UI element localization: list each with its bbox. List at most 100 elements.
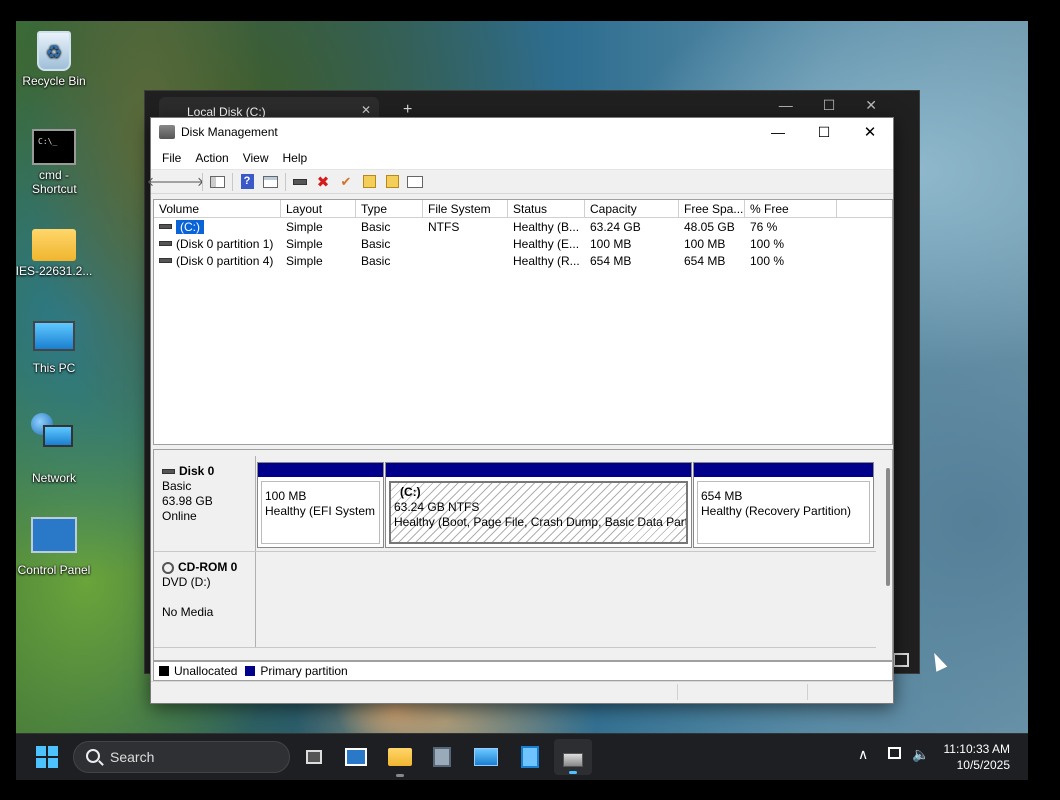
disk-name: CD-ROM 0 [178, 560, 238, 574]
show-hide-console-tree-icon[interactable] [208, 173, 226, 191]
column-header-capacity[interactable]: Capacity [585, 200, 679, 217]
forward-icon[interactable]: 🡒 [170, 173, 205, 191]
desktop-icon-recycle-bin[interactable]: ♻ Recycle Bin [16, 31, 94, 88]
legend-label: Unallocated [174, 664, 238, 678]
title-bar[interactable]: Disk Management — ☐ ✕ [151, 118, 893, 146]
disk-state: Online [162, 509, 197, 523]
menu-bar: File Action View Help [151, 146, 893, 170]
file-explorer-icon[interactable] [386, 743, 414, 777]
status-cell: Healthy (B... [513, 219, 580, 234]
menu-help[interactable]: Help [276, 151, 315, 165]
start-button[interactable] [36, 746, 58, 768]
column-header-file-system[interactable]: File System [423, 200, 508, 217]
explorer-window-controls[interactable]: —☐✕ [779, 97, 907, 114]
primary-partition-bar [694, 463, 873, 477]
connect-disk-icon[interactable] [291, 173, 309, 191]
running-indicator [396, 774, 404, 777]
volume-tray-icon[interactable]: 🔈 [912, 746, 929, 763]
column-header-free-space[interactable]: Free Spa... [679, 200, 745, 217]
menu-action[interactable]: Action [188, 151, 235, 165]
disk-management-taskbar-icon[interactable] [554, 739, 592, 775]
widgets-app-icon[interactable] [342, 743, 370, 771]
free-space-cell: 48.05 GB [684, 219, 735, 234]
vertical-scrollbar[interactable] [886, 468, 890, 586]
notepad-icon[interactable] [516, 743, 544, 771]
disk-management-window: Disk Management — ☐ ✕ File Action View H… [147, 117, 894, 704]
help-icon[interactable]: ? [238, 173, 256, 191]
maximize-button[interactable]: ☐ [801, 118, 847, 146]
folder-icon [32, 229, 76, 261]
layout-cell: Simple [286, 219, 323, 234]
free-space-cell: 654 MB [684, 253, 726, 268]
disk-graphical-view[interactable]: Disk 0 Basic 63.98 GB Online 100 MB Heal… [153, 449, 893, 661]
photos-app-icon[interactable] [472, 743, 500, 771]
details-view-icon[interactable] [893, 653, 909, 667]
desktop-icon-control-panel[interactable]: Control Panel [16, 517, 94, 577]
disk-icon [162, 469, 175, 474]
column-header-status[interactable]: Status [508, 200, 585, 217]
clock-time: 11:10:33 AM [943, 742, 1011, 756]
table-row[interactable]: (C:) Simple Basic NTFS Healthy (B... 63.… [154, 218, 892, 235]
legend-swatch [159, 666, 169, 676]
windows-logo-pane [36, 746, 46, 756]
desktop-icon-cmd[interactable]: C:\_ cmd - Shortcut [16, 129, 94, 196]
legend-item-unallocated: Unallocated [159, 664, 237, 678]
clock-date: 10/5/2025 [956, 758, 1010, 772]
desktop-icon-label: Network [31, 471, 76, 485]
partition-c[interactable]: (C:) 63.24 GB NTFS Healthy (Boot, Page F… [385, 462, 692, 548]
check-icon[interactable]: ✔ [337, 173, 355, 191]
partition-efi[interactable]: 100 MB Healthy (EFI System P [257, 462, 384, 548]
search-placeholder: Search [110, 749, 155, 765]
windows-logo-pane [36, 758, 46, 768]
volume-list[interactable]: Volume Layout Type File System Status Ca… [153, 199, 893, 445]
delete-icon[interactable]: ✖ [314, 173, 332, 191]
cdrom-0-label[interactable]: CD-ROM 0 DVD (D:) No Media [154, 552, 256, 647]
clock[interactable]: 11:10:33 AM 10/5/2025 [944, 741, 1011, 773]
search-icon[interactable] [383, 173, 401, 191]
toolbar-separator [232, 172, 233, 191]
task-view-icon[interactable] [300, 743, 328, 771]
disk-kind: Basic [162, 479, 192, 493]
capacity-cell: 100 MB [590, 236, 632, 251]
tab-close-icon[interactable]: ✕ [361, 103, 371, 117]
layout-cell: Simple [286, 236, 323, 251]
close-button[interactable]: ✕ [847, 118, 893, 146]
desktop-icon-this-pc[interactable]: This PC [16, 321, 94, 375]
column-header-type[interactable]: Type [356, 200, 423, 217]
minimize-button[interactable]: — [755, 118, 801, 146]
column-header-volume[interactable]: Volume [154, 200, 281, 217]
cdrom-0-row: CD-ROM 0 DVD (D:) No Media [154, 552, 876, 648]
volume-name: (Disk 0 partition 4) [176, 253, 274, 268]
show-hidden-icons-chevron-icon[interactable]: ∧ [858, 746, 868, 763]
column-header-percent-free[interactable]: % Free [745, 200, 837, 217]
table-row[interactable]: (Disk 0 partition 4) Simple Basic Health… [154, 252, 892, 269]
menu-file[interactable]: File [155, 151, 188, 165]
desktop-icon-folder[interactable]: IES-22631.2... [16, 221, 94, 278]
volume-icon [159, 241, 172, 246]
disk-size: 63.98 GB [162, 494, 213, 508]
folder-up-icon[interactable] [360, 173, 378, 191]
disk-0-row: Disk 0 Basic 63.98 GB Online 100 MB Heal… [154, 456, 876, 552]
table-row[interactable]: (Disk 0 partition 1) Simple Basic Health… [154, 235, 892, 252]
partition-size: 654 MB [701, 489, 743, 503]
disk-kind: DVD (D:) [162, 575, 211, 589]
properties-icon[interactable] [261, 173, 279, 191]
partition-status: Healthy (Boot, Page File, Crash Dump, Ba… [394, 515, 688, 529]
percent-free-cell: 100 % [750, 236, 785, 251]
partition-recovery[interactable]: 654 MB Healthy (Recovery Partition) [693, 462, 874, 548]
customize-view-icon[interactable] [406, 173, 424, 191]
desktop-icon-network[interactable]: Network [16, 413, 94, 485]
layout-cell: Simple [286, 253, 323, 268]
windows-logo-pane [48, 758, 58, 768]
partition-size: 63.24 GB NTFS [394, 500, 480, 514]
free-space-cell: 100 MB [684, 236, 726, 251]
taskbar-search[interactable]: Search [73, 741, 290, 773]
column-header-layout[interactable]: Layout [281, 200, 356, 217]
network-tray-icon[interactable] [888, 746, 901, 762]
disk-0-partitions: 100 MB Healthy (EFI System P (C:) 63.24 … [257, 456, 876, 551]
device-manager-icon[interactable] [428, 743, 456, 771]
disk-0-label[interactable]: Disk 0 Basic 63.98 GB Online [154, 456, 256, 551]
legend-label: Primary partition [260, 664, 348, 678]
cd-icon [162, 561, 174, 574]
menu-view[interactable]: View [236, 151, 276, 165]
